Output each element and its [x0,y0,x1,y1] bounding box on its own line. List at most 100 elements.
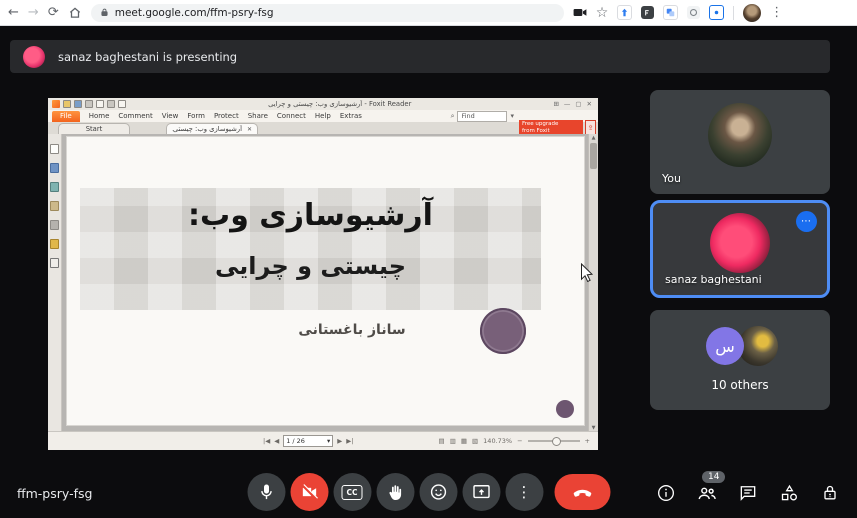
host-controls-button[interactable] [819,482,841,504]
activities-button[interactable] [778,482,800,504]
participants-button[interactable]: 14 [696,482,718,504]
extension-icon-3[interactable] [663,5,678,20]
zoom-slider[interactable] [528,440,580,442]
participant-tile-others[interactable]: س 10 others [650,310,830,410]
others-avatar-letter: س [706,327,744,365]
microphone-button[interactable] [247,473,285,511]
tile-options-button[interactable]: ⋯ [796,211,817,232]
people-icon [696,482,718,504]
page-number-box[interactable]: 1 / 26 ▾ [283,435,333,447]
menu-connect[interactable]: Connect [277,112,306,120]
redo-icon[interactable] [118,100,126,108]
continuous-view-icon[interactable]: ▥ [450,437,456,445]
pages-panel-icon[interactable] [50,144,59,154]
restore-icon[interactable]: ▢ [575,100,581,108]
extension-icon-2[interactable] [641,6,654,19]
address-bar[interactable]: meet.google.com/ffm-psry-fsg [91,4,564,22]
browser-menu-icon[interactable]: ⋮ [770,6,783,19]
menu-home[interactable]: Home [89,112,110,120]
print-icon[interactable] [85,100,93,108]
forward-icon[interactable]: → [28,6,39,19]
scroll-up-icon[interactable]: ▲ [589,135,598,141]
zoom-in-icon[interactable]: + [585,437,590,445]
https-lock-icon [100,7,109,18]
menu-help[interactable]: Help [315,112,331,120]
next-page-icon[interactable]: ▶ [337,437,342,445]
camera-permission-icon[interactable] [573,6,587,20]
back-icon[interactable]: ← [8,6,19,19]
meeting-panel-icons: 14 [655,482,841,504]
sanaz-avatar [710,213,770,273]
extension-icon-4[interactable] [687,6,700,19]
scrollbar-thumb[interactable] [590,143,597,169]
slide-small-circle [556,400,574,418]
presenting-banner: sanaz baghestani is presenting [10,40,830,73]
document-area[interactable]: آرشیوسازی وب: چیستی و چرایی ساناز باغستا… [62,134,588,432]
participant-tile-you[interactable]: You [650,90,830,194]
chat-button[interactable] [737,482,759,504]
save-icon[interactable] [74,100,82,108]
layers-panel-icon[interactable] [50,182,59,192]
menu-extras[interactable]: Extras [340,112,362,120]
foxit-tabbar: Start آرشیوسازی وب: چیستی... ✕ [48,122,598,134]
continuous-facing-view-icon[interactable]: ▧ [472,437,478,445]
tab-start[interactable]: Start [58,123,130,134]
meeting-details-button[interactable] [655,482,677,504]
bookmark-star-icon[interactable]: ☆ [596,6,609,20]
bookmarks-panel-icon[interactable] [50,163,59,173]
upgrade-promo-banner[interactable]: Free upgrade from Foxit [519,120,583,135]
security-panel-icon[interactable] [50,239,59,249]
foxit-window-controls[interactable]: ⊞ — ▢ ✕ [553,100,594,108]
close-icon[interactable]: ✕ [587,100,592,108]
tab-document[interactable]: آرشیوسازی وب: چیستی... ✕ [166,123,258,134]
captions-button[interactable]: CC [333,473,371,511]
menu-file[interactable]: File [52,111,80,122]
menu-comment[interactable]: Comment [118,112,152,120]
more-options-button[interactable]: ⋮ [505,473,543,511]
menu-view[interactable]: View [162,112,179,120]
promo-icon[interactable]: ⇪ [585,120,596,135]
toolbar-style-icon[interactable]: ⊞ [553,100,558,108]
leave-call-button[interactable] [554,474,610,510]
shared-screen-foxit-window[interactable]: آرشیوسازی وب: چیستی و چرایی - Foxit Read… [48,98,598,450]
camera-off-icon [299,482,319,502]
menu-share[interactable]: Share [248,112,268,120]
signature-panel-icon[interactable] [50,258,59,268]
zoom-out-icon[interactable]: − [517,437,522,445]
find-group: ⌕ Find ▾ [451,111,514,122]
page-dropdown-icon[interactable]: ▾ [327,437,330,445]
facing-view-icon[interactable]: ▦ [461,437,467,445]
last-page-icon[interactable]: ▶| [346,437,353,445]
find-icon[interactable]: ⌕ [451,112,455,121]
emoji-icon [428,482,448,502]
extension-icon-5[interactable] [709,5,724,20]
present-button[interactable] [462,473,500,511]
find-input[interactable]: Find [457,111,507,122]
reload-icon[interactable]: ⟳ [48,6,59,19]
raise-hand-button[interactable] [376,473,414,511]
sanaz-label: sanaz baghestani [665,273,762,286]
find-dropdown-icon[interactable]: ▾ [510,112,514,120]
tab-close-icon[interactable]: ✕ [247,126,252,133]
zoom-level-text[interactable]: 140.73% [483,437,512,445]
attachments-panel-icon[interactable] [50,220,59,230]
prev-page-icon[interactable]: ◀ [274,437,279,445]
url-text[interactable]: meet.google.com/ffm-psry-fsg [115,7,274,19]
home-icon[interactable] [68,6,82,20]
others-label: 10 others [650,378,830,392]
open-icon[interactable] [63,100,71,108]
minimize-icon[interactable]: — [564,100,571,108]
undo-icon[interactable] [107,100,115,108]
extension-icon-1[interactable] [617,5,632,20]
browser-profile-avatar[interactable] [743,4,761,22]
menu-form[interactable]: Form [187,112,205,120]
comments-panel-icon[interactable] [50,201,59,211]
menu-protect[interactable]: Protect [214,112,239,120]
first-page-icon[interactable]: |◀ [263,437,270,445]
zoom-slider-knob[interactable] [552,437,561,446]
participant-tile-sanaz[interactable]: ⋯ sanaz baghestani [650,200,830,298]
camera-off-button[interactable] [290,473,328,511]
email-icon[interactable] [96,100,104,108]
reactions-button[interactable] [419,473,457,511]
single-page-view-icon[interactable]: ▤ [439,437,445,445]
